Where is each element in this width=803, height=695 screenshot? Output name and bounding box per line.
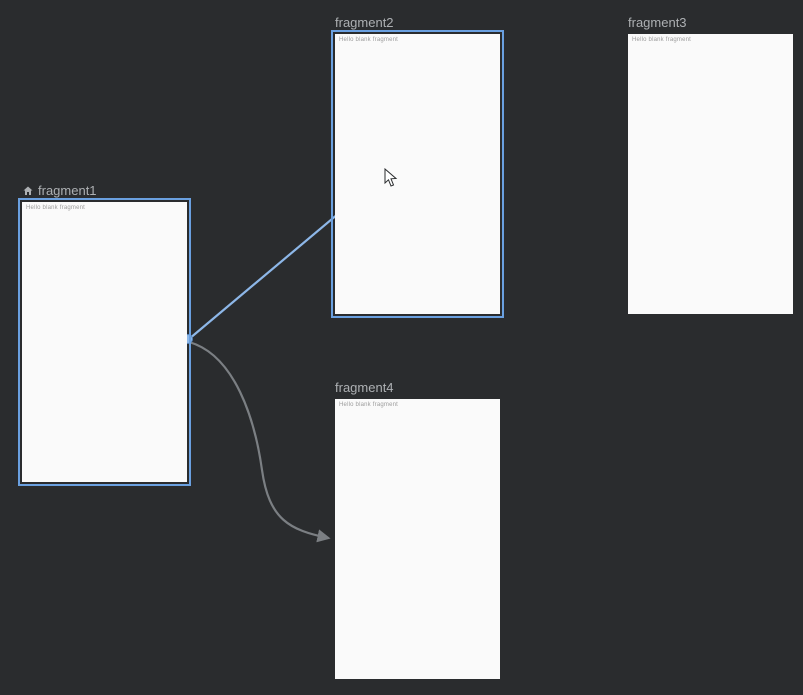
fragment-preview[interactable]: Hello blank fragment: [628, 34, 793, 314]
node-title: fragment1: [22, 183, 187, 198]
nav-graph-canvas[interactable]: fragment1 Hello blank fragment fragment2…: [0, 0, 803, 695]
node-label: fragment2: [335, 15, 394, 30]
preview-text: Hello blank fragment: [632, 37, 691, 43]
node-fragment1[interactable]: fragment1 Hello blank fragment: [22, 183, 187, 482]
home-icon: [22, 185, 34, 197]
node-title: fragment3: [628, 15, 793, 30]
node-label: fragment1: [38, 183, 97, 198]
node-label: fragment3: [628, 15, 687, 30]
preview-text: Hello blank fragment: [339, 402, 398, 408]
fragment-preview[interactable]: Hello blank fragment: [335, 399, 500, 679]
node-fragment4[interactable]: fragment4 Hello blank fragment: [335, 380, 500, 679]
preview-text: Hello blank fragment: [339, 37, 398, 43]
edge-pending: [189, 342, 328, 538]
fragment-preview[interactable]: Hello blank fragment: [335, 34, 500, 314]
node-title: fragment4: [335, 380, 500, 395]
node-title: fragment2: [335, 15, 500, 30]
node-fragment3[interactable]: fragment3 Hello blank fragment: [628, 15, 793, 314]
preview-text: Hello blank fragment: [26, 205, 85, 211]
node-label: fragment4: [335, 380, 394, 395]
fragment-preview[interactable]: Hello blank fragment: [22, 202, 187, 482]
node-fragment2[interactable]: fragment2 Hello blank fragment: [335, 15, 500, 314]
